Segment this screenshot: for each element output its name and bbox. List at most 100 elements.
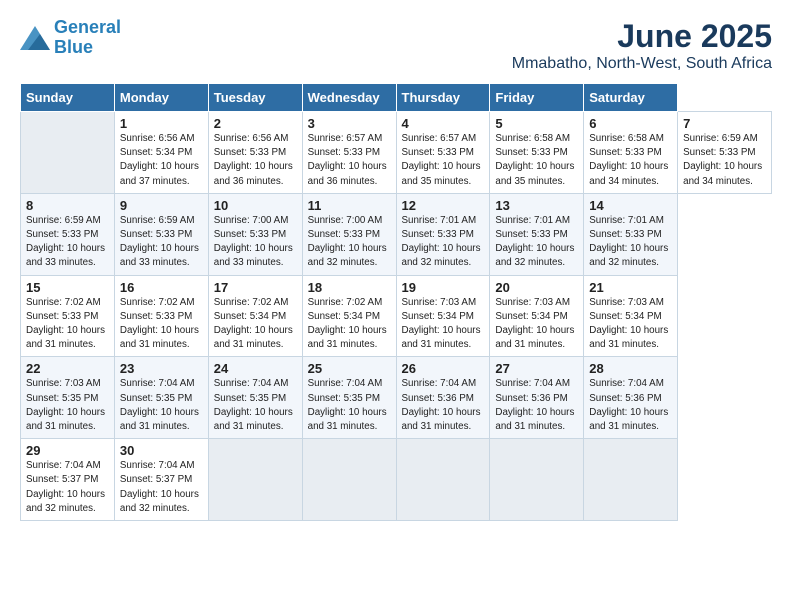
calendar-cell: 16Sunrise: 7:02 AM Sunset: 5:33 PM Dayli… xyxy=(114,275,208,357)
logo: General Blue xyxy=(20,18,121,58)
week-row-1: 1Sunrise: 6:56 AM Sunset: 5:34 PM Daylig… xyxy=(21,112,772,194)
calendar-cell: 11Sunrise: 7:00 AM Sunset: 5:33 PM Dayli… xyxy=(302,193,396,275)
day-info: Sunrise: 6:56 AM Sunset: 5:33 PM Dayligh… xyxy=(214,132,297,189)
calendar-table: SundayMondayTuesdayWednesdayThursdayFrid… xyxy=(20,83,772,521)
calendar-cell: 21Sunrise: 7:03 AM Sunset: 5:34 PM Dayli… xyxy=(584,275,678,357)
day-number: 8 xyxy=(26,198,109,213)
day-number: 20 xyxy=(495,280,578,295)
day-info: Sunrise: 7:02 AM Sunset: 5:33 PM Dayligh… xyxy=(26,296,109,353)
day-info: Sunrise: 7:04 AM Sunset: 5:37 PM Dayligh… xyxy=(26,459,109,516)
calendar-cell: 9Sunrise: 6:59 AM Sunset: 5:33 PM Daylig… xyxy=(114,193,208,275)
day-number: 17 xyxy=(214,280,297,295)
day-info: Sunrise: 7:03 AM Sunset: 5:34 PM Dayligh… xyxy=(589,296,672,353)
calendar-cell: 2Sunrise: 6:56 AM Sunset: 5:33 PM Daylig… xyxy=(208,112,302,194)
col-header-tuesday: Tuesday xyxy=(208,84,302,112)
calendar-cell: 1Sunrise: 6:56 AM Sunset: 5:34 PM Daylig… xyxy=(114,112,208,194)
day-info: Sunrise: 7:04 AM Sunset: 5:35 PM Dayligh… xyxy=(308,377,391,434)
calendar-cell: 27Sunrise: 7:04 AM Sunset: 5:36 PM Dayli… xyxy=(490,357,584,439)
day-number: 22 xyxy=(26,361,109,376)
calendar-cell: 8Sunrise: 6:59 AM Sunset: 5:33 PM Daylig… xyxy=(21,193,115,275)
calendar-cell: 12Sunrise: 7:01 AM Sunset: 5:33 PM Dayli… xyxy=(396,193,490,275)
day-info: Sunrise: 7:02 AM Sunset: 5:34 PM Dayligh… xyxy=(214,296,297,353)
header: General Blue June 2025 Mmabatho, North-W… xyxy=(20,18,772,73)
day-info: Sunrise: 7:04 AM Sunset: 5:36 PM Dayligh… xyxy=(402,377,485,434)
calendar-cell xyxy=(21,112,115,194)
logo-text: General Blue xyxy=(54,18,121,58)
day-info: Sunrise: 6:59 AM Sunset: 5:33 PM Dayligh… xyxy=(26,214,109,271)
day-number: 3 xyxy=(308,116,391,131)
day-info: Sunrise: 6:59 AM Sunset: 5:33 PM Dayligh… xyxy=(683,132,766,189)
day-info: Sunrise: 6:57 AM Sunset: 5:33 PM Dayligh… xyxy=(402,132,485,189)
day-info: Sunrise: 7:03 AM Sunset: 5:35 PM Dayligh… xyxy=(26,377,109,434)
day-info: Sunrise: 7:01 AM Sunset: 5:33 PM Dayligh… xyxy=(589,214,672,271)
day-info: Sunrise: 7:02 AM Sunset: 5:33 PM Dayligh… xyxy=(120,296,203,353)
day-number: 2 xyxy=(214,116,297,131)
day-info: Sunrise: 7:03 AM Sunset: 5:34 PM Dayligh… xyxy=(402,296,485,353)
calendar-cell: 26Sunrise: 7:04 AM Sunset: 5:36 PM Dayli… xyxy=(396,357,490,439)
day-info: Sunrise: 6:58 AM Sunset: 5:33 PM Dayligh… xyxy=(589,132,672,189)
calendar-cell: 23Sunrise: 7:04 AM Sunset: 5:35 PM Dayli… xyxy=(114,357,208,439)
day-number: 30 xyxy=(120,443,203,458)
calendar-cell: 22Sunrise: 7:03 AM Sunset: 5:35 PM Dayli… xyxy=(21,357,115,439)
day-info: Sunrise: 7:00 AM Sunset: 5:33 PM Dayligh… xyxy=(308,214,391,271)
calendar-cell: 30Sunrise: 7:04 AM Sunset: 5:37 PM Dayli… xyxy=(114,439,208,521)
page: General Blue June 2025 Mmabatho, North-W… xyxy=(0,0,792,531)
day-info: Sunrise: 7:04 AM Sunset: 5:37 PM Dayligh… xyxy=(120,459,203,516)
day-number: 18 xyxy=(308,280,391,295)
logo-blue: Blue xyxy=(54,37,93,57)
col-header-sunday: Sunday xyxy=(21,84,115,112)
day-number: 28 xyxy=(589,361,672,376)
day-info: Sunrise: 7:02 AM Sunset: 5:34 PM Dayligh… xyxy=(308,296,391,353)
main-title: June 2025 xyxy=(512,18,772,55)
day-info: Sunrise: 7:04 AM Sunset: 5:35 PM Dayligh… xyxy=(120,377,203,434)
day-info: Sunrise: 7:03 AM Sunset: 5:34 PM Dayligh… xyxy=(495,296,578,353)
col-header-friday: Friday xyxy=(490,84,584,112)
day-number: 7 xyxy=(683,116,766,131)
day-info: Sunrise: 6:59 AM Sunset: 5:33 PM Dayligh… xyxy=(120,214,203,271)
day-number: 16 xyxy=(120,280,203,295)
calendar-cell: 25Sunrise: 7:04 AM Sunset: 5:35 PM Dayli… xyxy=(302,357,396,439)
week-row-5: 29Sunrise: 7:04 AM Sunset: 5:37 PM Dayli… xyxy=(21,439,772,521)
calendar-cell: 24Sunrise: 7:04 AM Sunset: 5:35 PM Dayli… xyxy=(208,357,302,439)
calendar-cell: 10Sunrise: 7:00 AM Sunset: 5:33 PM Dayli… xyxy=(208,193,302,275)
day-info: Sunrise: 7:04 AM Sunset: 5:35 PM Dayligh… xyxy=(214,377,297,434)
logo-general: General xyxy=(54,17,121,37)
calendar-cell: 15Sunrise: 7:02 AM Sunset: 5:33 PM Dayli… xyxy=(21,275,115,357)
day-info: Sunrise: 7:01 AM Sunset: 5:33 PM Dayligh… xyxy=(402,214,485,271)
col-header-saturday: Saturday xyxy=(584,84,678,112)
day-number: 10 xyxy=(214,198,297,213)
day-info: Sunrise: 6:57 AM Sunset: 5:33 PM Dayligh… xyxy=(308,132,391,189)
col-header-wednesday: Wednesday xyxy=(302,84,396,112)
day-number: 6 xyxy=(589,116,672,131)
day-info: Sunrise: 7:04 AM Sunset: 5:36 PM Dayligh… xyxy=(495,377,578,434)
day-number: 14 xyxy=(589,198,672,213)
day-number: 19 xyxy=(402,280,485,295)
calendar-cell: 19Sunrise: 7:03 AM Sunset: 5:34 PM Dayli… xyxy=(396,275,490,357)
day-number: 26 xyxy=(402,361,485,376)
day-number: 9 xyxy=(120,198,203,213)
day-info: Sunrise: 7:04 AM Sunset: 5:36 PM Dayligh… xyxy=(589,377,672,434)
calendar-cell: 6Sunrise: 6:58 AM Sunset: 5:33 PM Daylig… xyxy=(584,112,678,194)
day-number: 23 xyxy=(120,361,203,376)
day-number: 1 xyxy=(120,116,203,131)
day-info: Sunrise: 7:01 AM Sunset: 5:33 PM Dayligh… xyxy=(495,214,578,271)
week-row-4: 22Sunrise: 7:03 AM Sunset: 5:35 PM Dayli… xyxy=(21,357,772,439)
title-block: June 2025 Mmabatho, North-West, South Af… xyxy=(512,18,772,73)
day-number: 15 xyxy=(26,280,109,295)
col-header-thursday: Thursday xyxy=(396,84,490,112)
calendar-cell: 7Sunrise: 6:59 AM Sunset: 5:33 PM Daylig… xyxy=(678,112,772,194)
calendar-cell: 29Sunrise: 7:04 AM Sunset: 5:37 PM Dayli… xyxy=(21,439,115,521)
calendar-cell xyxy=(584,439,678,521)
calendar-cell: 13Sunrise: 7:01 AM Sunset: 5:33 PM Dayli… xyxy=(490,193,584,275)
calendar-cell: 28Sunrise: 7:04 AM Sunset: 5:36 PM Dayli… xyxy=(584,357,678,439)
day-number: 5 xyxy=(495,116,578,131)
day-number: 24 xyxy=(214,361,297,376)
day-number: 11 xyxy=(308,198,391,213)
day-info: Sunrise: 7:00 AM Sunset: 5:33 PM Dayligh… xyxy=(214,214,297,271)
day-number: 4 xyxy=(402,116,485,131)
subtitle: Mmabatho, North-West, South Africa xyxy=(512,55,772,73)
day-info: Sunrise: 6:58 AM Sunset: 5:33 PM Dayligh… xyxy=(495,132,578,189)
day-info: Sunrise: 6:56 AM Sunset: 5:34 PM Dayligh… xyxy=(120,132,203,189)
calendar-cell: 20Sunrise: 7:03 AM Sunset: 5:34 PM Dayli… xyxy=(490,275,584,357)
day-number: 27 xyxy=(495,361,578,376)
